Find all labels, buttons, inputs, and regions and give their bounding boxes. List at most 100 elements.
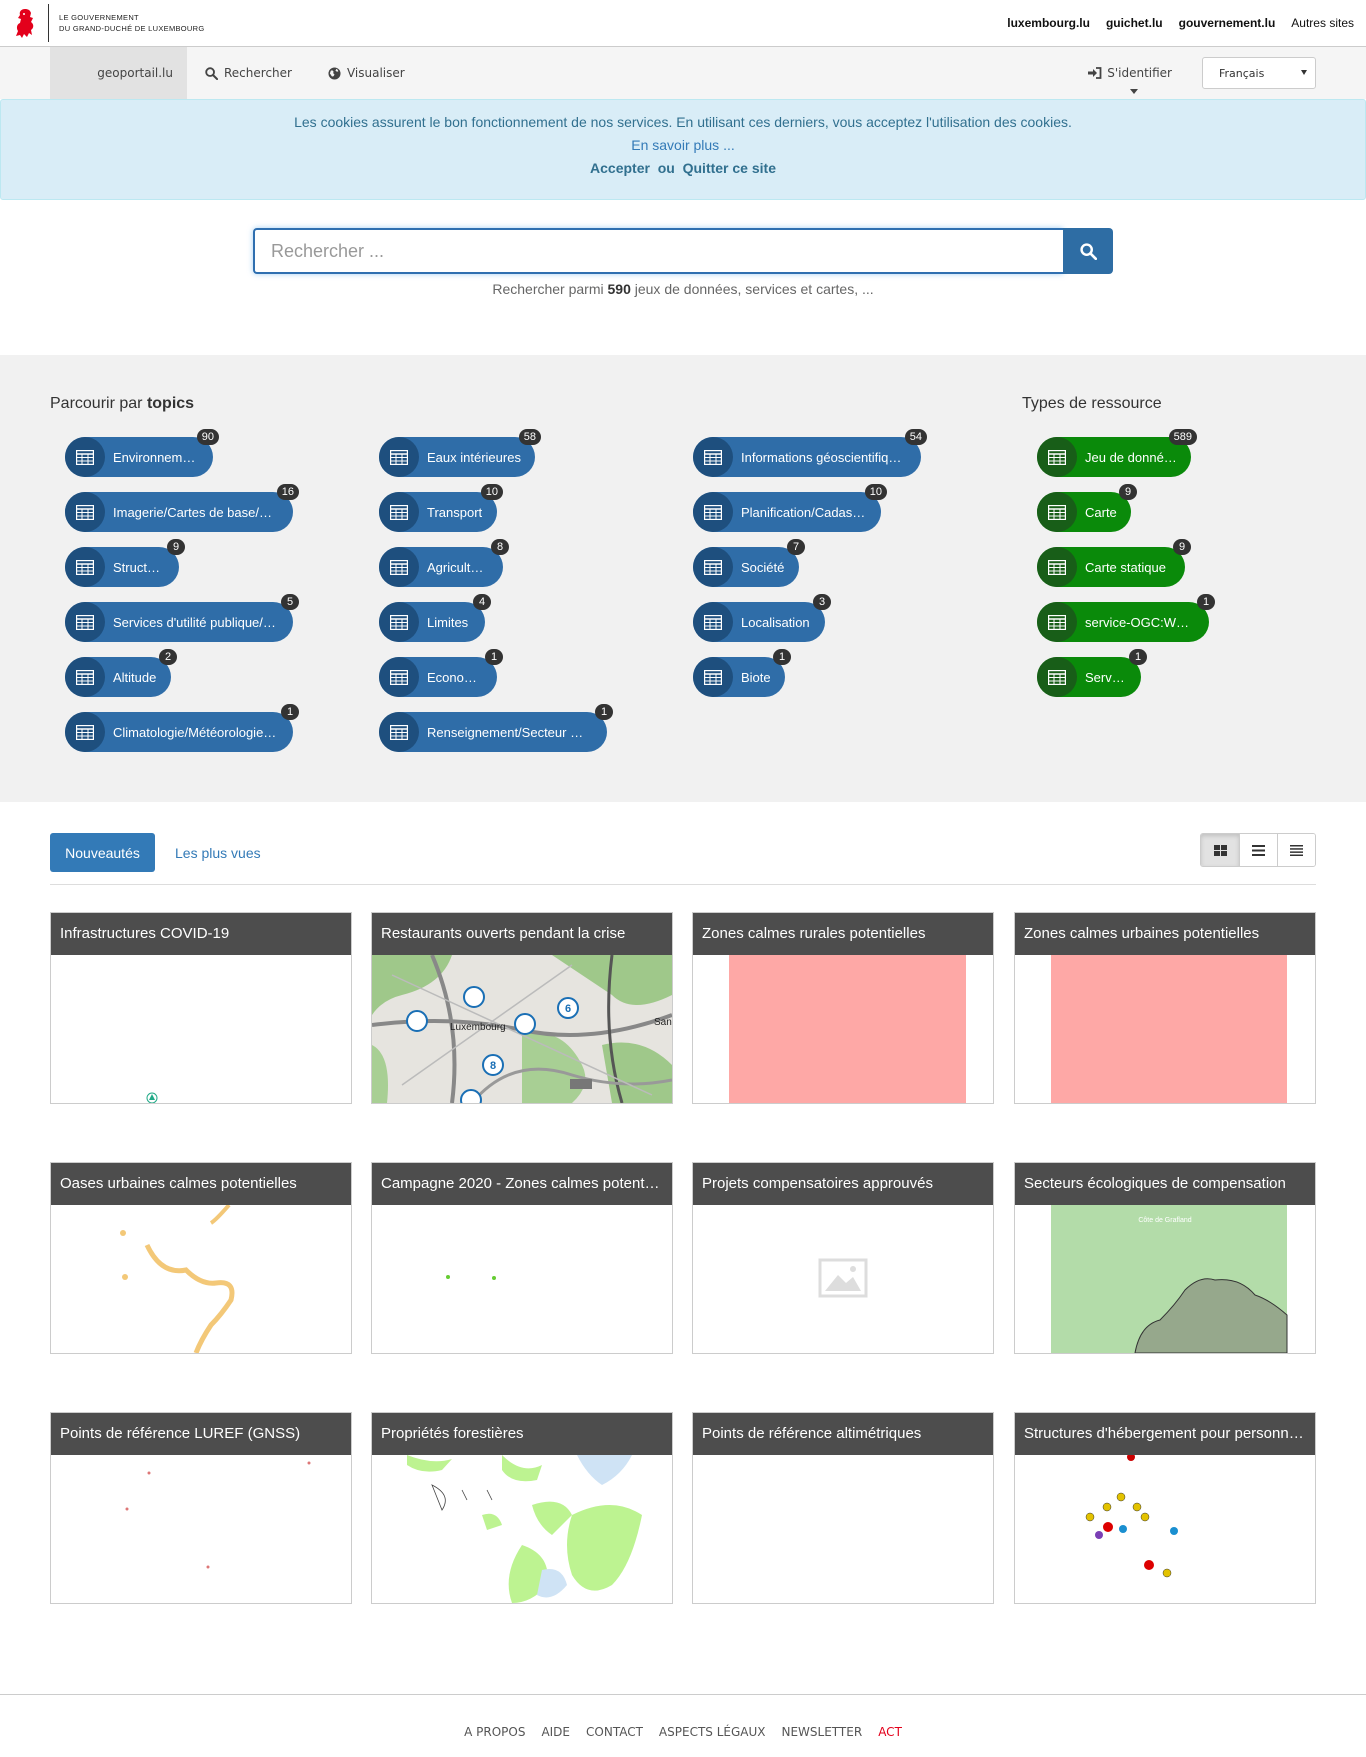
topic-chip[interactable]: Planification/Cadastre 10 <box>693 484 887 532</box>
count-badge: 9 <box>1119 484 1137 500</box>
cookie-quit-link[interactable]: Quitter ce site <box>683 160 776 176</box>
government-logo[interactable]: Le Gouvernement du Grand-Duché de Luxemb… <box>12 4 205 42</box>
search-button[interactable] <box>1063 228 1113 274</box>
compact-view-button[interactable] <box>1277 834 1315 866</box>
login-caret-icon <box>1130 89 1139 94</box>
grid-view-button[interactable] <box>1201 834 1239 866</box>
table-icon <box>1037 602 1077 642</box>
tab-nouveautes[interactable]: Nouveautés <box>50 833 155 872</box>
cookie-actions: Accepter ou Quitter ce site <box>1 160 1365 176</box>
topic-chip[interactable]: Environnement 90 <box>65 429 219 477</box>
link-autres-sites[interactable]: Autres sites <box>1291 16 1354 30</box>
count-badge: 4 <box>473 594 491 610</box>
topic-chip[interactable]: Climatologie/Météorologie… 1 <box>65 704 299 752</box>
card-thumbnail <box>372 1455 672 1603</box>
government-name-line2: du Grand-Duché de Luxembourg <box>59 24 205 33</box>
record-card[interactable]: Infrastructures COVID-19 <box>50 912 352 1104</box>
topic-chip[interactable]: Renseignement/Secteur … 1 <box>379 704 613 752</box>
map-thumbnail <box>1085 1455 1178 1578</box>
card-title: Campagne 2020 - Zones calmes potent… <box>372 1163 672 1205</box>
record-card[interactable]: Secteurs écologiques de compensation Côt… <box>1014 1162 1316 1354</box>
card-thumbnail <box>1015 955 1315 1103</box>
topic-chip[interactable]: Informations géoscientifiq… 54 <box>693 429 927 477</box>
record-card[interactable]: Propriétés forestières <box>371 1412 673 1604</box>
nav-search-label: Rechercher <box>224 66 292 80</box>
topic-chip[interactable]: Eaux intérieures 58 <box>379 429 541 477</box>
footer-link-act[interactable]: ACT <box>878 1725 902 1739</box>
topic-chip[interactable]: Limites 4 <box>379 594 491 642</box>
card-thumbnail <box>693 1455 993 1603</box>
table-icon <box>65 657 105 697</box>
card-title: Zones calmes rurales potentielles <box>693 913 993 955</box>
footer-link-about[interactable]: A propos <box>464 1725 525 1739</box>
nav-search[interactable]: Rechercher <box>187 47 310 99</box>
footer-link-legal[interactable]: Aspects légaux <box>659 1725 766 1739</box>
resource-label: Carte <box>1085 504 1117 520</box>
grid-icon <box>1213 844 1227 856</box>
cookie-more-link[interactable]: En savoir plus ... <box>1 137 1365 153</box>
record-card[interactable]: Zones calmes urbaines potentielles <box>1014 912 1316 1104</box>
browse-section: Parcourir par topics Types de ressource … <box>0 355 1366 802</box>
topic-chip[interactable]: Imagerie/Cartes de base/… 16 <box>65 484 299 532</box>
topic-chip[interactable]: Transport 10 <box>379 484 503 532</box>
link-luxembourg-lu[interactable]: luxembourg.lu <box>1007 16 1090 30</box>
footer-link-help[interactable]: Aide <box>541 1725 570 1739</box>
topic-chip[interactable]: Société 7 <box>693 539 805 587</box>
list-view-button[interactable] <box>1239 834 1277 866</box>
topic-chip[interactable]: Biote 1 <box>693 649 791 697</box>
count-badge: 9 <box>1173 539 1191 555</box>
brand-link[interactable]: geoportail.lu <box>50 47 187 99</box>
resource-chip[interactable]: Service 1 <box>1037 649 1147 697</box>
footer-link-newsletter[interactable]: Newsletter <box>782 1725 863 1739</box>
search-icon <box>205 66 218 80</box>
count-badge: 8 <box>491 539 509 555</box>
search-hint-after: jeux de données, services et cartes, ... <box>634 281 874 297</box>
login-button[interactable]: S'identifier <box>1088 66 1172 94</box>
record-card[interactable]: Restaurants ouverts pendant la crise 6 8… <box>371 912 673 1104</box>
topic-chip[interactable]: Localisation 3 <box>693 594 831 642</box>
resource-label: Jeu de données <box>1085 449 1178 465</box>
record-card[interactable]: Points de référence altimétriques <box>692 1412 994 1604</box>
topic-label: Biote <box>741 669 771 685</box>
card-thumbnail <box>51 1455 351 1603</box>
language-select[interactable]: Français <box>1202 57 1316 89</box>
record-card[interactable]: Zones calmes rurales potentielles <box>692 912 994 1104</box>
list-icon <box>1252 844 1265 856</box>
record-card[interactable]: Structures d'hébergement pour personn… <box>1014 1412 1316 1604</box>
topic-chip[interactable]: Economie 1 <box>379 649 503 697</box>
topic-chip[interactable]: Structure 9 <box>65 539 185 587</box>
search-input[interactable]: Rechercher ... <box>253 228 1063 274</box>
card-title: Projets compensatoires approuvés <box>693 1163 993 1205</box>
count-badge: 54 <box>904 429 927 445</box>
card-title: Secteurs écologiques de compensation <box>1015 1163 1315 1205</box>
card-thumbnail <box>693 1205 993 1353</box>
search-hint-before: Rechercher parmi <box>492 281 604 297</box>
footer-link-contact[interactable]: Contact <box>586 1725 643 1739</box>
card-thumbnail <box>1015 1455 1315 1603</box>
topic-label: Planification/Cadastre <box>741 504 868 520</box>
link-guichet-lu[interactable]: guichet.lu <box>1106 16 1163 30</box>
count-badge: 1 <box>773 649 791 665</box>
record-card[interactable]: Projets compensatoires approuvés <box>692 1162 994 1354</box>
record-card[interactable]: Campagne 2020 - Zones calmes potent… <box>371 1162 673 1354</box>
resource-chip[interactable]: Carte statique 9 <box>1037 539 1191 587</box>
count-badge: 1 <box>1197 594 1215 610</box>
record-card[interactable]: Oases urbaines calmes potentielles <box>50 1162 352 1354</box>
resource-chip[interactable]: Carte 9 <box>1037 484 1137 532</box>
count-badge: 2 <box>159 649 177 665</box>
link-gouvernement-lu[interactable]: gouvernement.lu <box>1179 16 1276 30</box>
card-title: Propriétés forestières <box>372 1413 672 1455</box>
topic-label: Limites <box>427 614 469 630</box>
page-footer: A propos Aide Contact Aspects légaux New… <box>0 1694 1366 1757</box>
topic-chip[interactable]: Agriculture 8 <box>379 539 509 587</box>
nav-visualize[interactable]: Visualiser <box>310 47 423 99</box>
cookie-accept-link[interactable]: Accepter <box>590 160 650 176</box>
topic-chip[interactable]: Services d'utilité publique/… 5 <box>65 594 299 642</box>
table-icon <box>65 437 105 477</box>
main-navbar: geoportail.lu Rechercher Visualiser S'id… <box>0 47 1366 99</box>
record-card[interactable]: Points de référence LUREF (GNSS) <box>50 1412 352 1604</box>
resource-chip[interactable]: service-OGC:WMS 1 <box>1037 594 1215 642</box>
tab-most-viewed[interactable]: Les plus vues <box>175 833 261 872</box>
topic-chip[interactable]: Altitude 2 <box>65 649 177 697</box>
resource-chip[interactable]: Jeu de données 589 <box>1037 429 1197 477</box>
